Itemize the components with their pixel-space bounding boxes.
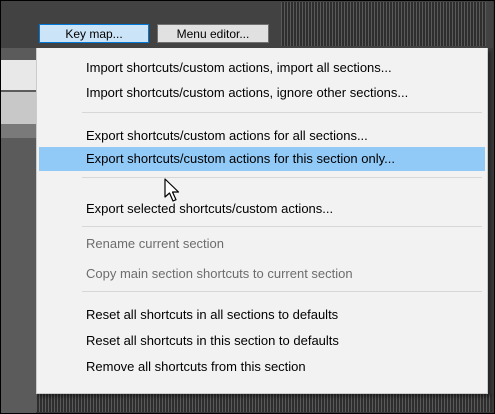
menu-item-export-all-sections[interactable]: Export shortcuts/custom actions for all …	[39, 124, 485, 148]
menu-separator	[82, 112, 482, 113]
key-map-button[interactable]: Key map...	[39, 24, 149, 43]
menu-item-import-all-sections[interactable]: Import shortcuts/custom actions, import …	[39, 56, 485, 80]
menu-item-rename-section: Rename current section	[86, 236, 225, 251]
menu-item-export-this-section[interactable]: Export shortcuts/custom actions for this…	[39, 147, 485, 171]
menu-editor-button[interactable]: Menu editor...	[157, 24, 269, 43]
menu-separator	[82, 226, 482, 227]
track-area-bottom	[36, 394, 492, 412]
menu-item-reset-all-sections[interactable]: Reset all shortcuts in all sections to d…	[39, 303, 485, 327]
arrow-pointer-icon	[164, 178, 180, 202]
menu-item-reset-this-section[interactable]: Reset all shortcuts in this section to d…	[39, 329, 485, 353]
left-panel-row	[1, 92, 36, 124]
menu-item-remove-all-shortcuts[interactable]: Remove all shortcuts from this section	[39, 355, 485, 379]
menu-item-import-ignore-other-sections[interactable]: Import shortcuts/custom actions, ignore …	[39, 81, 485, 105]
menu-item-export-selected[interactable]: Export selected shortcuts/custom actions…	[39, 197, 485, 221]
menu-separator	[82, 177, 482, 178]
menu-item-copy-main-section-shortcuts: Copy main section shortcuts to current s…	[86, 266, 353, 281]
left-panel-row	[1, 124, 36, 138]
left-panel-row	[1, 60, 36, 90]
key-map-dropdown-menu: Import shortcuts/custom actions, import …	[36, 48, 488, 394]
menu-separator	[82, 291, 482, 292]
track-area-top	[281, 2, 486, 46]
